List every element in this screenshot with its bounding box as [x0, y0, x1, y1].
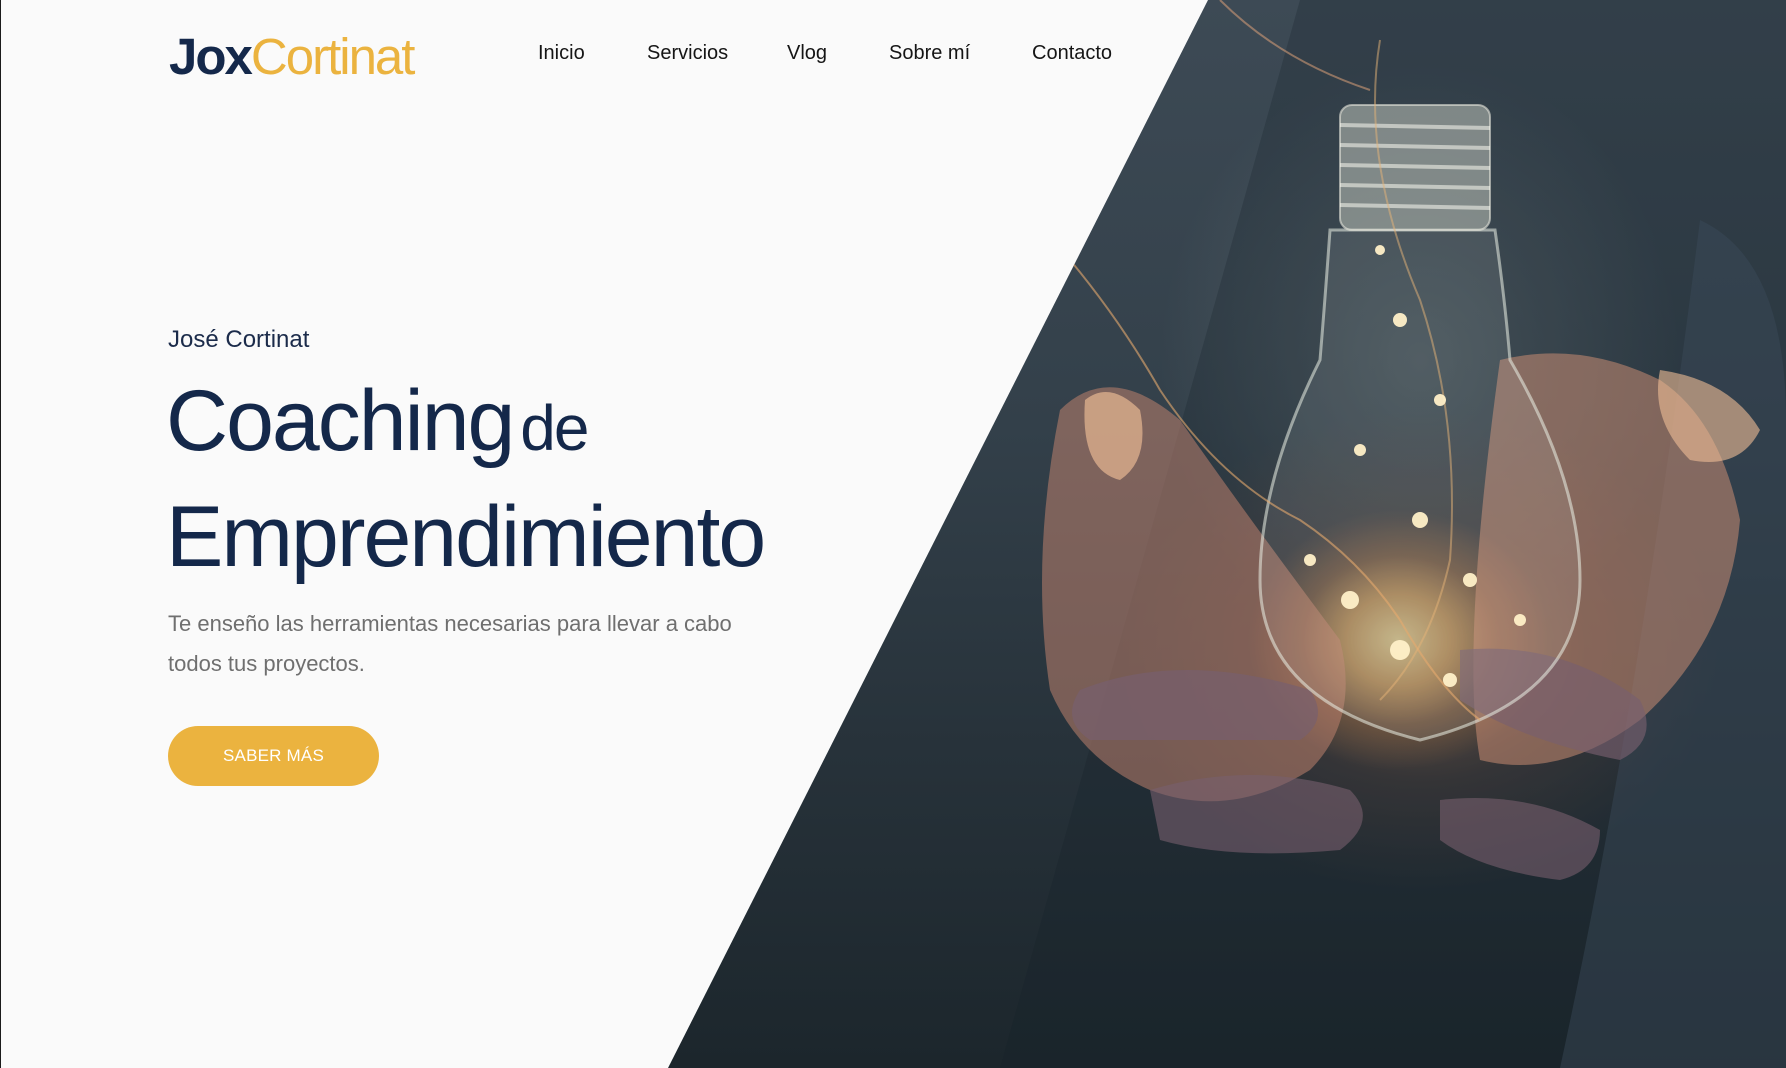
logo-part-cortinat: Cortinat — [250, 28, 416, 85]
page-edge — [0, 0, 1, 1068]
landing-page: JoxCortinat Inicio Servicios Vlog Sobre … — [0, 0, 1786, 1068]
headline-word-de: de — [520, 392, 589, 464]
nav-item-contacto[interactable]: Contacto — [1032, 42, 1112, 65]
nav-item-servicios[interactable]: Servicios — [647, 42, 728, 65]
site-logo[interactable]: JoxCortinat — [169, 22, 416, 92]
nav-item-vlog[interactable]: Vlog — [787, 42, 827, 65]
hero-eyebrow: José Cortinat — [168, 326, 310, 353]
nav-item-sobre-mi[interactable]: Sobre mí — [889, 42, 970, 65]
nav-item-inicio[interactable]: Inicio — [538, 42, 585, 65]
headline-word-coaching: Coaching — [166, 373, 515, 469]
hero-headline: Coaching de Emprendimiento — [166, 372, 766, 604]
headline-line-emprendimiento: Emprendimiento — [166, 489, 766, 585]
saber-mas-button[interactable]: SABER MÁS — [168, 726, 379, 786]
hero-subtitle: Te enseño las herramientas necesarias pa… — [168, 611, 732, 676]
logo-part-jox: Jox — [169, 28, 253, 85]
